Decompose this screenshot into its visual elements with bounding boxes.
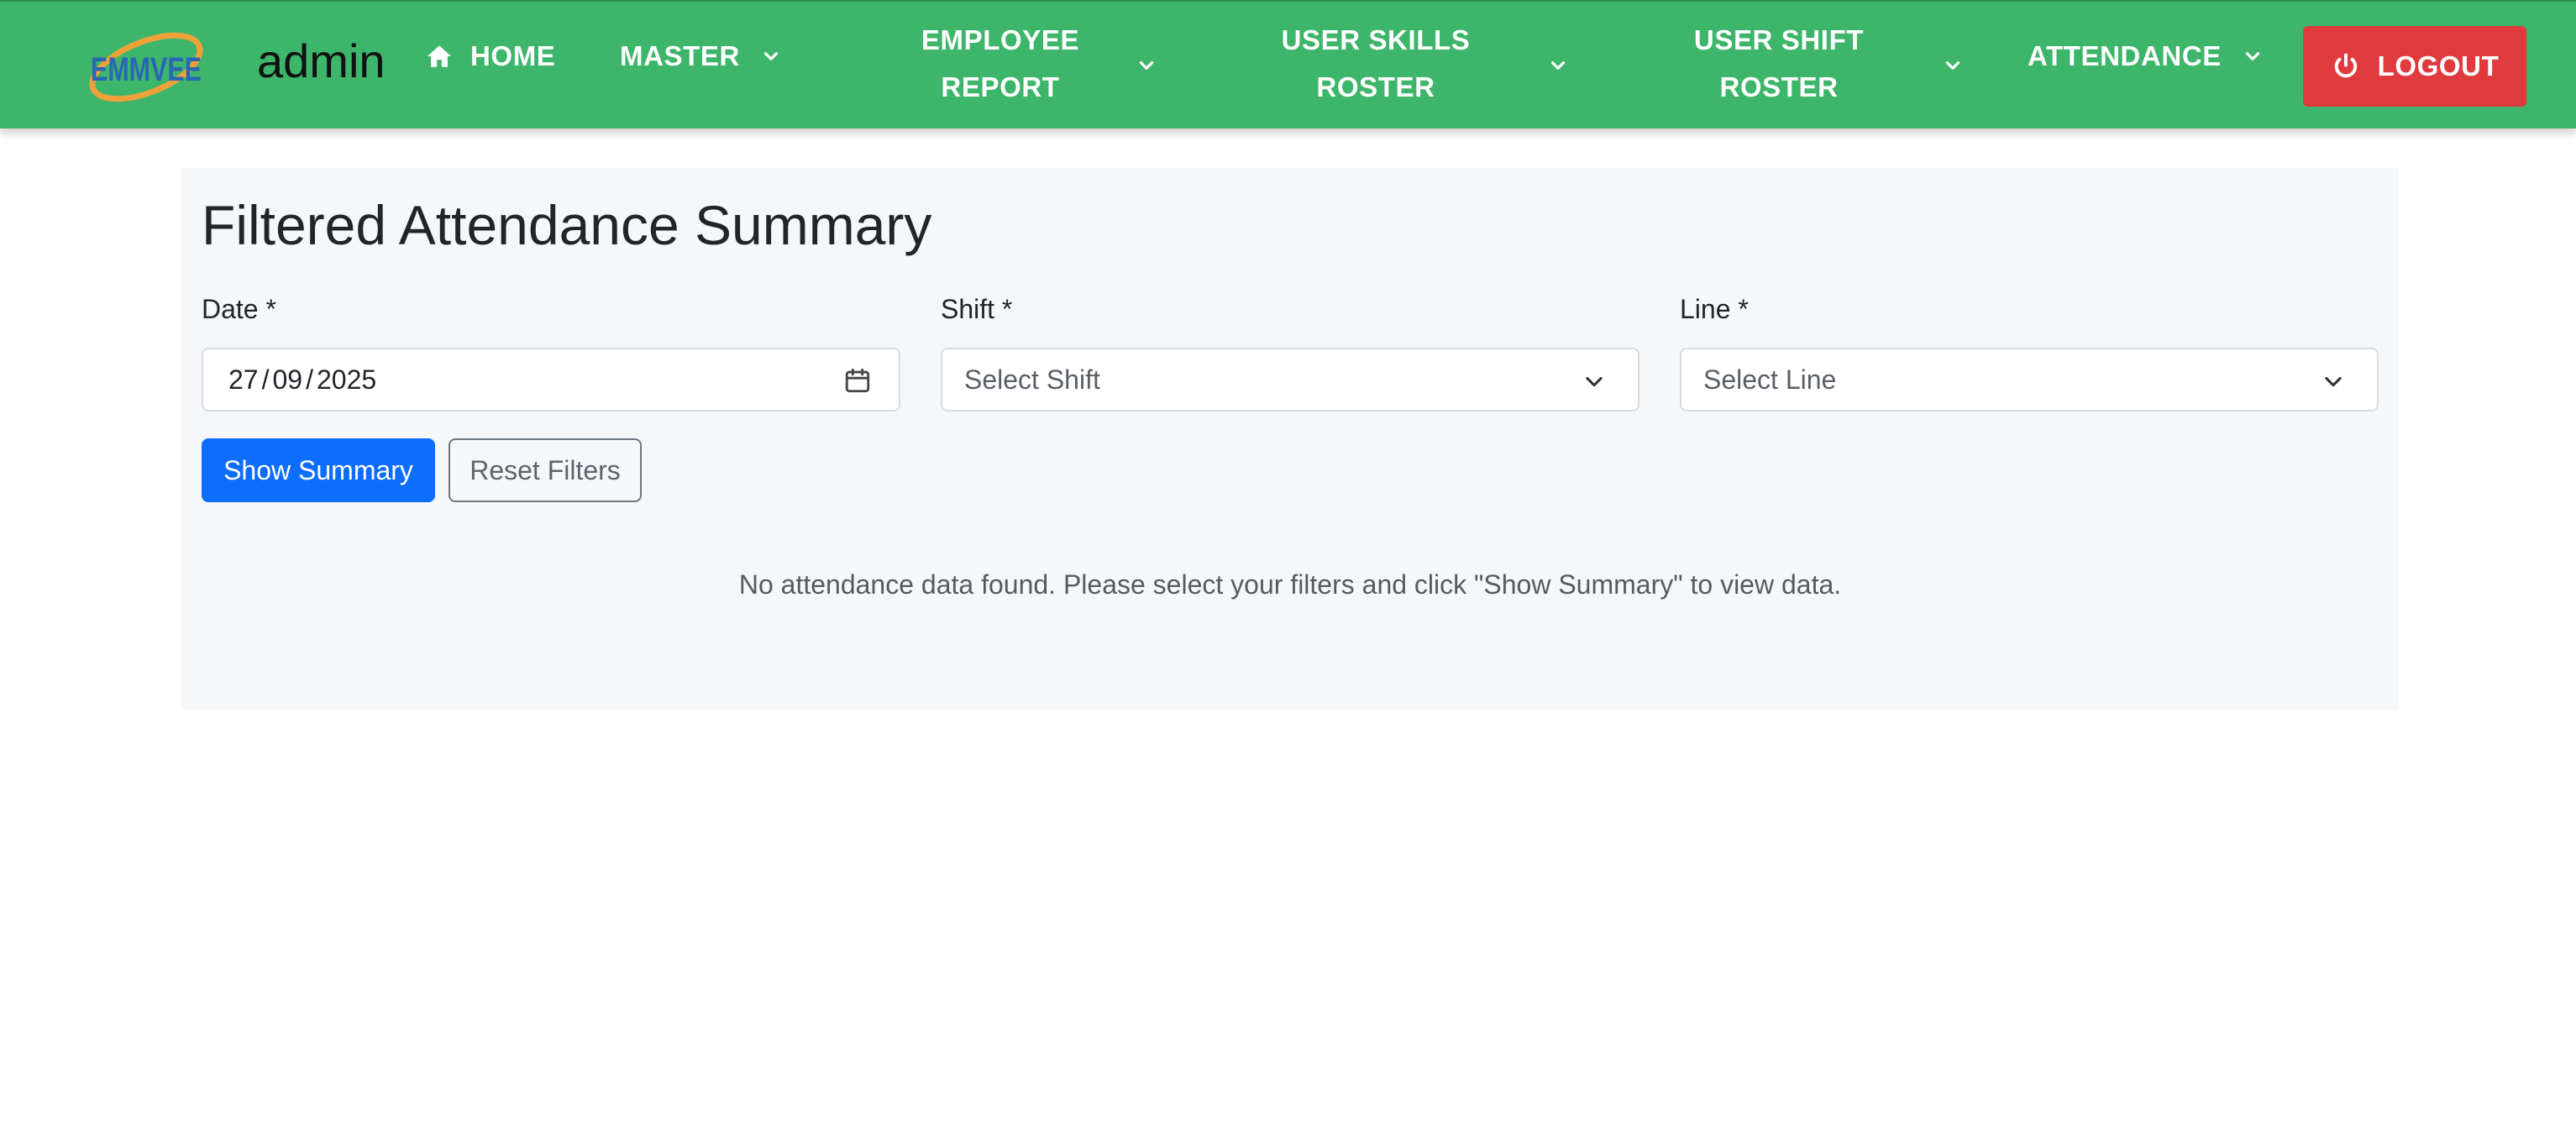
chevron-down-icon[interactable] xyxy=(1547,55,1569,76)
date-label: Date * xyxy=(202,294,276,324)
nav-user-shift-roster-line1: USER SHIFT xyxy=(1693,24,1865,55)
chevron-down-icon xyxy=(2325,376,2342,387)
nav-master-label: MASTER xyxy=(620,40,740,71)
calendar-icon[interactable] xyxy=(843,366,872,395)
nav-home-label: HOME xyxy=(470,40,556,71)
nav-user-skills-roster-line1: USER SKILLS xyxy=(1281,24,1471,55)
date-value: 27/09/2025 xyxy=(228,364,376,396)
nav-user-shift-roster-line2: ROSTER xyxy=(1719,71,1839,102)
chevron-down-icon[interactable] xyxy=(1136,55,1157,76)
logout-label: LOGOUT xyxy=(2377,50,2500,81)
logo-text: EMMVEE xyxy=(91,51,202,88)
empty-state-message: No attendance data found. Please select … xyxy=(738,569,1842,600)
chevron-down-icon xyxy=(763,52,779,60)
shift-select-value: Select Shift xyxy=(964,364,1100,395)
date-separator: / xyxy=(306,364,313,395)
shift-label: Shift * xyxy=(941,294,1013,324)
nav-master[interactable]: MASTER xyxy=(620,40,782,72)
date-month: 09 xyxy=(272,364,303,395)
top-navbar: EMMVEE admin HOME MASTER EMPLOYEE REPORT… xyxy=(0,0,2576,128)
date-input[interactable]: 27/09/2025 xyxy=(202,348,900,411)
chevron-down-icon[interactable] xyxy=(1942,55,1964,76)
line-select-value: Select Line xyxy=(1703,364,1837,395)
emmvee-logo[interactable]: EMMVEE xyxy=(84,25,208,106)
chevron-down-icon xyxy=(2245,52,2260,60)
nav-home[interactable]: HOME xyxy=(425,40,555,72)
nav-employee-report[interactable]: EMPLOYEE REPORT xyxy=(879,17,1122,111)
reset-filters-button[interactable]: Reset Filters xyxy=(449,438,642,502)
line-label: Line * xyxy=(1680,294,1749,324)
home-icon xyxy=(427,45,452,67)
page-title: Filtered Attendance Summary xyxy=(202,194,932,256)
date-day: 27 xyxy=(228,364,259,395)
nav-user-shift-roster[interactable]: USER SHIFT ROSTER xyxy=(1663,17,1895,111)
show-summary-button[interactable]: Show Summary xyxy=(202,438,435,502)
attendance-summary-card: Filtered Attendance Summary Date * 27/09… xyxy=(181,168,2399,710)
nav-employee-report-line2: REPORT xyxy=(941,71,1060,102)
power-icon xyxy=(2334,53,2357,78)
nav-attendance-label: ATTENDANCE xyxy=(2028,40,2222,71)
nav-employee-report-line1: EMPLOYEE xyxy=(921,24,1080,55)
line-select[interactable]: Select Line xyxy=(1680,348,2379,411)
nav-user-skills-roster[interactable]: USER SKILLS ROSTER xyxy=(1250,17,1502,111)
date-year: 2025 xyxy=(316,364,377,395)
date-separator: / xyxy=(261,364,270,395)
username-label: admin xyxy=(257,34,386,87)
shift-select[interactable]: Select Shift xyxy=(941,348,1640,411)
nav-attendance[interactable]: ATTENDANCE xyxy=(2028,40,2264,72)
nav-user-skills-roster-line2: ROSTER xyxy=(1316,71,1435,102)
logout-button[interactable]: LOGOUT xyxy=(2303,26,2526,107)
chevron-down-icon xyxy=(1586,376,1603,387)
